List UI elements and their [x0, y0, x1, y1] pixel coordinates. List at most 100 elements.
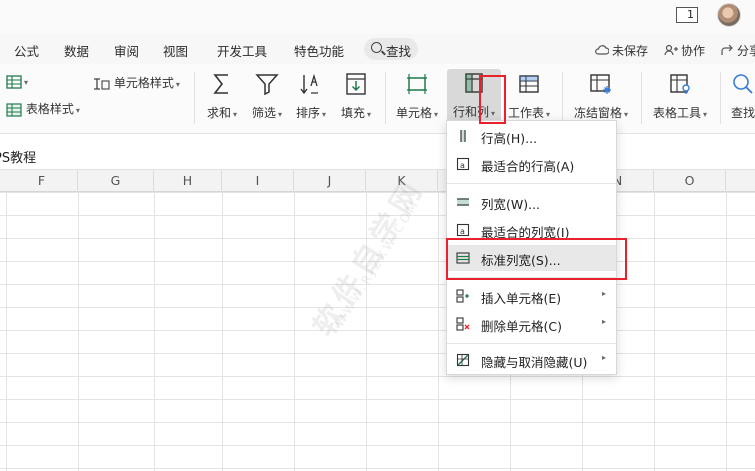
unsaved-label: 未保存 — [612, 44, 649, 58]
table-style-icon — [6, 102, 22, 117]
column-header[interactable]: I — [222, 170, 294, 192]
column-header-row: F G H I J K L M N O — [0, 170, 755, 192]
find-label: 查找 — [730, 106, 755, 120]
tab-review[interactable]: 审阅 — [114, 41, 139, 60]
sort-label: 排序 — [295, 106, 320, 120]
freeze-panes-button[interactable]: 冻结窗格 ▾ — [568, 70, 634, 126]
fill-button[interactable]: 填充 ▾ — [336, 70, 376, 126]
row-height-icon — [460, 130, 466, 142]
menu-item-label: 列宽(W)... — [481, 197, 541, 212]
grid-line — [726, 192, 727, 471]
menu-item-column-width[interactable]: 列宽(W)... — [447, 189, 616, 215]
menu-item-autofit-row[interactable]: a 最适合的行高(A) — [447, 151, 616, 177]
share-label: 分享 — [737, 44, 755, 58]
filter-label: 筛选 — [251, 106, 276, 120]
tab-developer[interactable]: 开发工具 — [217, 41, 267, 60]
table-tools-button[interactable]: 表格工具 ▾ — [648, 70, 712, 126]
sort-button[interactable]: 排序 ▾ — [290, 70, 332, 126]
grid-line — [154, 192, 155, 471]
submenu-arrow-icon: ▸ — [601, 289, 606, 298]
share-icon — [721, 44, 733, 55]
submenu-arrow-icon: ▸ — [601, 317, 606, 326]
cloud-icon — [595, 45, 609, 55]
avatar[interactable] — [717, 3, 741, 27]
column-header[interactable]: G — [78, 170, 154, 192]
sum-label: 求和 — [206, 106, 231, 120]
ribbon-toolbar: ▾ 单元格样式 ▾ 表格样式 ▾ 求和 ▾ 筛选 ▾ 排序 ▾ 填充 ▾ 单元格 ▾ 行和列 ▾ — [0, 64, 755, 134]
tab-view[interactable]: 视图 — [163, 41, 188, 60]
unsaved-status[interactable]: 未保存 — [595, 42, 648, 59]
formula-content: PS教程 — [0, 151, 37, 166]
cell-style-label: 单元格样式 — [113, 76, 174, 90]
cell-style-icon — [94, 77, 110, 90]
menu-item-hide-unhide[interactable]: 隐藏与取消隐藏(U) ▸ — [447, 347, 616, 373]
freeze-panes-icon — [590, 74, 611, 94]
ribbon-divider — [385, 72, 386, 124]
formula-bar[interactable]: PS教程 — [0, 140, 755, 170]
menu-item-label: 插入单元格(E) — [481, 291, 562, 306]
cell-icon — [407, 74, 427, 94]
search-button[interactable]: 查找 — [364, 38, 418, 60]
menu-divider — [447, 343, 616, 344]
magnifier-icon — [733, 74, 753, 94]
menu-item-label: 删除单元格(C) — [481, 319, 562, 334]
table-tools-icon — [670, 74, 690, 94]
tab-formulas[interactable]: 公式 — [14, 41, 39, 60]
grid-line — [654, 192, 655, 471]
table-style-dropdown[interactable]: 表格样式 ▾ — [6, 100, 80, 117]
grid-line — [78, 192, 79, 471]
freeze-panes-label: 冻结窗格 — [573, 106, 622, 120]
table-icon-dropdown[interactable]: ▾ — [6, 74, 28, 89]
grid-line — [6, 192, 7, 471]
window-count-badge[interactable]: 1 — [676, 7, 698, 23]
highlight-box-dropdown-arrow — [479, 75, 506, 124]
menu-divider — [447, 183, 616, 184]
collaborate-button[interactable]: 协作 — [664, 42, 705, 59]
svg-text:a: a — [460, 227, 465, 236]
autofit-column-icon: a — [456, 223, 470, 237]
chevron-down-icon: ▾ — [24, 78, 29, 87]
chevron-down-icon: ▾ — [75, 106, 80, 115]
worksheet-button[interactable]: 工作表 ▾ — [506, 70, 552, 126]
search-icon — [371, 42, 382, 53]
collaborate-label: 协作 — [681, 44, 706, 58]
fill-icon — [346, 73, 366, 95]
cell-style-dropdown[interactable]: 单元格样式 ▾ — [92, 74, 180, 91]
menu-item-delete-cell[interactable]: 删除单元格(C) ▸ — [447, 311, 616, 337]
sigma-icon — [213, 74, 228, 94]
cell-button[interactable]: 单元格 ▾ — [392, 70, 442, 126]
delete-cell-icon — [456, 317, 470, 331]
menu-item-label: 隐藏与取消隐藏(U) — [481, 355, 588, 370]
menu-item-label: 行高(H)... — [481, 131, 538, 146]
tab-data[interactable]: 数据 — [64, 41, 89, 60]
highlight-box-standard-width — [446, 238, 627, 280]
filter-icon — [255, 74, 279, 96]
column-header[interactable]: H — [154, 170, 222, 192]
share-button[interactable]: 分享 — [720, 42, 755, 59]
table-style-label: 表格样式 — [25, 102, 74, 116]
worksheet-label: 工作表 — [507, 106, 544, 120]
sum-button[interactable]: 求和 ▾ — [202, 70, 242, 126]
svg-text:a: a — [460, 161, 465, 170]
insert-cell-icon — [456, 289, 469, 303]
menu-item-label: 最适合的行高(A) — [481, 159, 575, 174]
fill-label: 填充 — [340, 106, 365, 120]
collaborate-icon — [664, 44, 678, 56]
grid-line — [294, 192, 295, 471]
hide-unhide-icon — [456, 353, 470, 367]
table-tools-label: 表格工具 — [652, 106, 701, 120]
column-header[interactable]: O — [654, 170, 726, 192]
find-button[interactable]: 查找 — [726, 70, 755, 126]
menu-item-insert-cell[interactable]: 插入单元格(E) ▸ — [447, 283, 616, 309]
title-bar: 1 — [0, 0, 755, 34]
cell-label: 单元格 — [395, 106, 432, 120]
filter-button[interactable]: 筛选 ▾ — [246, 70, 288, 126]
ribbon-divider — [562, 72, 563, 124]
column-header[interactable]: F — [6, 170, 78, 192]
column-width-icon — [457, 198, 469, 206]
tab-special-features[interactable]: 特色功能 — [294, 41, 344, 60]
search-label: 查找 — [386, 44, 412, 59]
column-header[interactable]: J — [294, 170, 366, 192]
submenu-arrow-icon: ▸ — [601, 353, 606, 362]
menu-item-row-height[interactable]: 行高(H)... — [447, 123, 616, 149]
